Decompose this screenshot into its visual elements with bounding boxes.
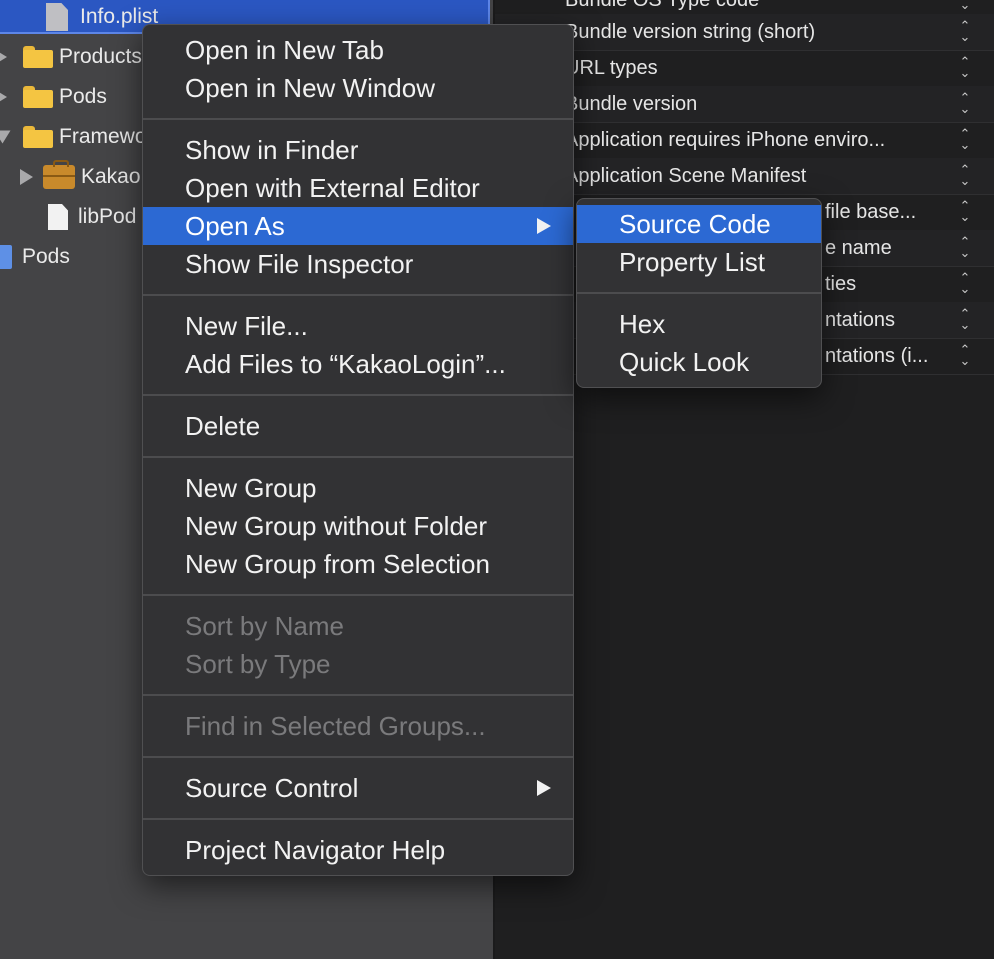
project-icon bbox=[0, 245, 12, 269]
menu-item-new-file[interactable]: New File... bbox=[143, 307, 573, 345]
file-icon bbox=[48, 204, 68, 230]
plist-key: Bundle version bbox=[565, 92, 698, 115]
plist-key: Bundle version string (short) bbox=[565, 20, 816, 43]
disclosure-triangle-icon[interactable] bbox=[0, 89, 7, 105]
menu-item-new-group-without-folder[interactable]: New Group without Folder bbox=[143, 507, 573, 545]
plist-key: Application requires iPhone enviro... bbox=[565, 128, 886, 151]
disclosure-triangle-icon[interactable] bbox=[20, 169, 33, 185]
plist-key: file base... bbox=[825, 200, 917, 223]
stepper-icon[interactable]: ⌃⌄ bbox=[956, 199, 974, 224]
menu-item-open-as[interactable]: Open As bbox=[143, 207, 573, 245]
plist-key: ntations (i... bbox=[825, 344, 929, 367]
menu-item-find-in-selected-groups: Find in Selected Groups... bbox=[185, 711, 486, 741]
plist-key: Bundle OS Type code bbox=[565, 0, 945, 12]
framework-icon bbox=[43, 160, 75, 189]
submenu-item-property-list[interactable]: Property List bbox=[577, 243, 821, 281]
menu-item-project-navigator-help[interactable]: Project Navigator Help bbox=[143, 831, 573, 869]
navigator-row-kakao[interactable]: Kakao bbox=[20, 157, 141, 197]
folder-icon bbox=[23, 46, 53, 68]
menu-item-show-file-inspector[interactable]: Show File Inspector bbox=[143, 245, 573, 283]
stepper-icon[interactable]: ⌃⌄ bbox=[956, 91, 974, 116]
navigator-row-frameworks[interactable]: Framewo bbox=[0, 117, 147, 157]
stepper-icon[interactable]: ⌃⌄ bbox=[956, 307, 974, 332]
menu-item-show-in-finder[interactable]: Show in Finder bbox=[143, 131, 573, 169]
stepper-icon[interactable]: ⌃⌄ bbox=[956, 235, 974, 260]
navigator-row-label: Framewo bbox=[59, 125, 147, 148]
stepper-icon[interactable]: ⌃⌄ bbox=[956, 55, 974, 80]
menu-item-open-as-label: Open As bbox=[185, 211, 285, 241]
open-as-submenu: Source Code Property List Hex Quick Look bbox=[576, 198, 822, 388]
submenu-item-source-code[interactable]: Source Code bbox=[577, 205, 821, 243]
submenu-arrow-icon bbox=[537, 218, 551, 234]
stepper-icon[interactable]: ⌃⌄ bbox=[956, 343, 974, 368]
context-menu: Open in New Tab Open in New Window Show … bbox=[142, 24, 574, 876]
menu-separator bbox=[143, 107, 573, 131]
navigator-row-label: libPod bbox=[78, 205, 137, 228]
stepper-icon[interactable]: ⌃⌄ bbox=[956, 271, 974, 296]
menu-item-add-files[interactable]: Add Files to “KakaoLogin”... bbox=[143, 345, 573, 383]
menu-separator bbox=[143, 745, 573, 769]
menu-item-open-in-new-window[interactable]: Open in New Window bbox=[143, 69, 573, 107]
submenu-arrow-icon bbox=[537, 780, 551, 796]
navigator-row-pods-project[interactable]: Pods bbox=[0, 237, 70, 277]
menu-separator bbox=[143, 583, 573, 607]
plist-key: Application Scene Manifest bbox=[565, 164, 807, 187]
menu-item-source-control[interactable]: Source Control bbox=[143, 769, 573, 807]
menu-item-open-with-external-editor[interactable]: Open with External Editor bbox=[143, 169, 573, 207]
menu-item-new-group[interactable]: New Group bbox=[143, 469, 573, 507]
plist-key: ties bbox=[825, 272, 857, 295]
plist-key: ntations bbox=[825, 308, 896, 331]
navigator-row-pods[interactable]: Pods bbox=[0, 77, 107, 117]
navigator-row-label: Products bbox=[59, 45, 142, 68]
stepper-icon[interactable]: ⌃⌄ bbox=[956, 19, 974, 44]
navigator-row-label: Pods bbox=[59, 85, 107, 108]
stepper-icon[interactable]: ⌃⌄ bbox=[956, 163, 974, 188]
menu-item-delete[interactable]: Delete bbox=[143, 407, 573, 445]
navigator-row-label: Pods bbox=[22, 245, 70, 268]
navigator-row-label: Kakao bbox=[81, 165, 141, 188]
navigator-row-products[interactable]: Products bbox=[0, 37, 142, 77]
disclosure-triangle-icon[interactable] bbox=[0, 49, 7, 65]
menu-item-new-group-from-selection[interactable]: New Group from Selection bbox=[143, 545, 573, 583]
plist-key: URL types bbox=[565, 56, 658, 79]
disclosure-triangle-icon[interactable] bbox=[0, 130, 11, 144]
menu-separator bbox=[577, 281, 821, 305]
submenu-item-hex[interactable]: Hex bbox=[577, 305, 821, 343]
menu-item-sort-by-type: Sort by Type bbox=[185, 649, 331, 679]
menu-separator bbox=[143, 383, 573, 407]
stepper-icon[interactable]: ⌃⌄ bbox=[956, 127, 974, 152]
plist-file-icon bbox=[46, 3, 68, 31]
menu-item-source-control-label: Source Control bbox=[185, 773, 359, 803]
menu-separator bbox=[143, 807, 573, 831]
plist-key: e name bbox=[825, 236, 892, 259]
folder-icon bbox=[23, 126, 53, 148]
menu-item-sort-by-name: Sort by Name bbox=[185, 611, 344, 641]
stepper-icon[interactable]: ⌃⌄ bbox=[956, 0, 974, 12]
menu-separator bbox=[143, 283, 573, 307]
submenu-item-quick-look[interactable]: Quick Look bbox=[577, 343, 821, 381]
menu-separator bbox=[143, 683, 573, 707]
menu-separator bbox=[143, 445, 573, 469]
menu-item-open-in-new-tab[interactable]: Open in New Tab bbox=[143, 31, 573, 69]
navigator-row-libpods[interactable]: libPod bbox=[48, 197, 136, 237]
folder-icon bbox=[23, 86, 53, 108]
